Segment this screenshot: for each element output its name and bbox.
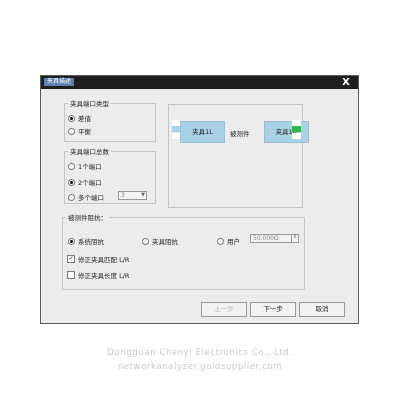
option-label: 夹具阻抗 (152, 238, 178, 246)
watermark-line-1: Dongguan Chenyi Electronics Co., Ltd. (107, 348, 293, 358)
checkbox-checked-icon[interactable]: ✓ (67, 255, 75, 263)
chevron-down-icon[interactable]: ▼ (141, 192, 145, 199)
port-right-mid (292, 126, 301, 132)
user-impedance-input[interactable]: 50.000Ω (250, 234, 292, 243)
check-label: 修正夹具长度 L/R (78, 272, 130, 280)
checkbox-icon[interactable] (67, 271, 75, 279)
correct-fixture-match-check[interactable]: ✓ 修正夹具匹配 L/R (67, 254, 129, 264)
user-impedance-value: 50.000Ω (253, 235, 279, 242)
check-label: 修正夹具匹配 L/R (78, 256, 130, 264)
port-count-option-multi[interactable]: 多个端口 (68, 192, 104, 202)
next-button[interactable]: 下一步 (250, 302, 296, 317)
option-label: 多个端口 (78, 194, 104, 202)
correct-fixture-length-check[interactable]: 修正夹具长度 L/R (67, 270, 129, 280)
radio-icon[interactable] (68, 178, 75, 186)
cancel-button[interactable]: 取消 (299, 302, 345, 317)
radio-icon[interactable] (142, 237, 149, 245)
close-button[interactable]: X (340, 76, 352, 89)
option-label: 用户 (227, 238, 240, 246)
multi-port-count-dropdown[interactable]: 3 ▼ (118, 191, 147, 200)
user-impedance-spinner[interactable]: ⇕ (291, 234, 299, 243)
radio-icon[interactable] (68, 162, 75, 170)
option-label: 平衡 (78, 128, 91, 136)
radio-icon[interactable] (217, 237, 224, 245)
impedance-option-fixture[interactable]: 夹具阻抗 (142, 236, 178, 246)
left-fixture-block: 夹具1L (180, 121, 225, 143)
fixture-type-option-balanced[interactable]: 平衡 (68, 126, 91, 136)
port-count-option-2[interactable]: 2个端口 (68, 177, 102, 187)
radio-icon[interactable] (68, 237, 75, 245)
fixture-type-legend: 夹具端口类型 (70, 100, 109, 108)
radio-icon[interactable] (68, 114, 75, 122)
option-label: 系统阻抗 (78, 238, 104, 246)
fixture-type-option-differential[interactable]: 差值 (68, 113, 91, 123)
fixture-diagram: 夹具1L 被测件 夹具1R (168, 104, 309, 208)
prev-button[interactable]: 上一步 (201, 302, 247, 317)
fixture-dialog: 夹具描述 X 夹具端口类型 差值 平衡 夹具端口总数 1个端口 2个端口 多个端… (40, 75, 359, 324)
option-label: 1个端口 (78, 163, 102, 171)
multi-port-count-value: 3 (121, 192, 125, 199)
radio-icon[interactable] (68, 193, 75, 201)
port-right-bottom (292, 133, 301, 139)
title-bar[interactable]: 夹具描述 X (41, 76, 358, 89)
spinner-arrows-icon[interactable]: ⇕ (293, 234, 297, 241)
impedance-legend: 被测件阻抗： (68, 214, 107, 222)
option-label: 2个端口 (78, 179, 102, 187)
watermark-line-2: networkanalyzer.goldsupplier.com (117, 362, 283, 372)
impedance-option-system[interactable]: 系统阻抗 (68, 236, 104, 246)
radio-icon[interactable] (68, 127, 75, 135)
impedance-option-user[interactable]: 用户 (217, 236, 240, 246)
port-count-option-1[interactable]: 1个端口 (68, 161, 102, 171)
port-count-legend: 夹具端口总数 (70, 148, 109, 156)
option-label: 差值 (78, 115, 91, 123)
dialog-title: 夹具描述 (44, 78, 75, 86)
dut-label: 被测件 (230, 130, 250, 138)
right-fixture-block: 夹具1R (264, 121, 309, 143)
